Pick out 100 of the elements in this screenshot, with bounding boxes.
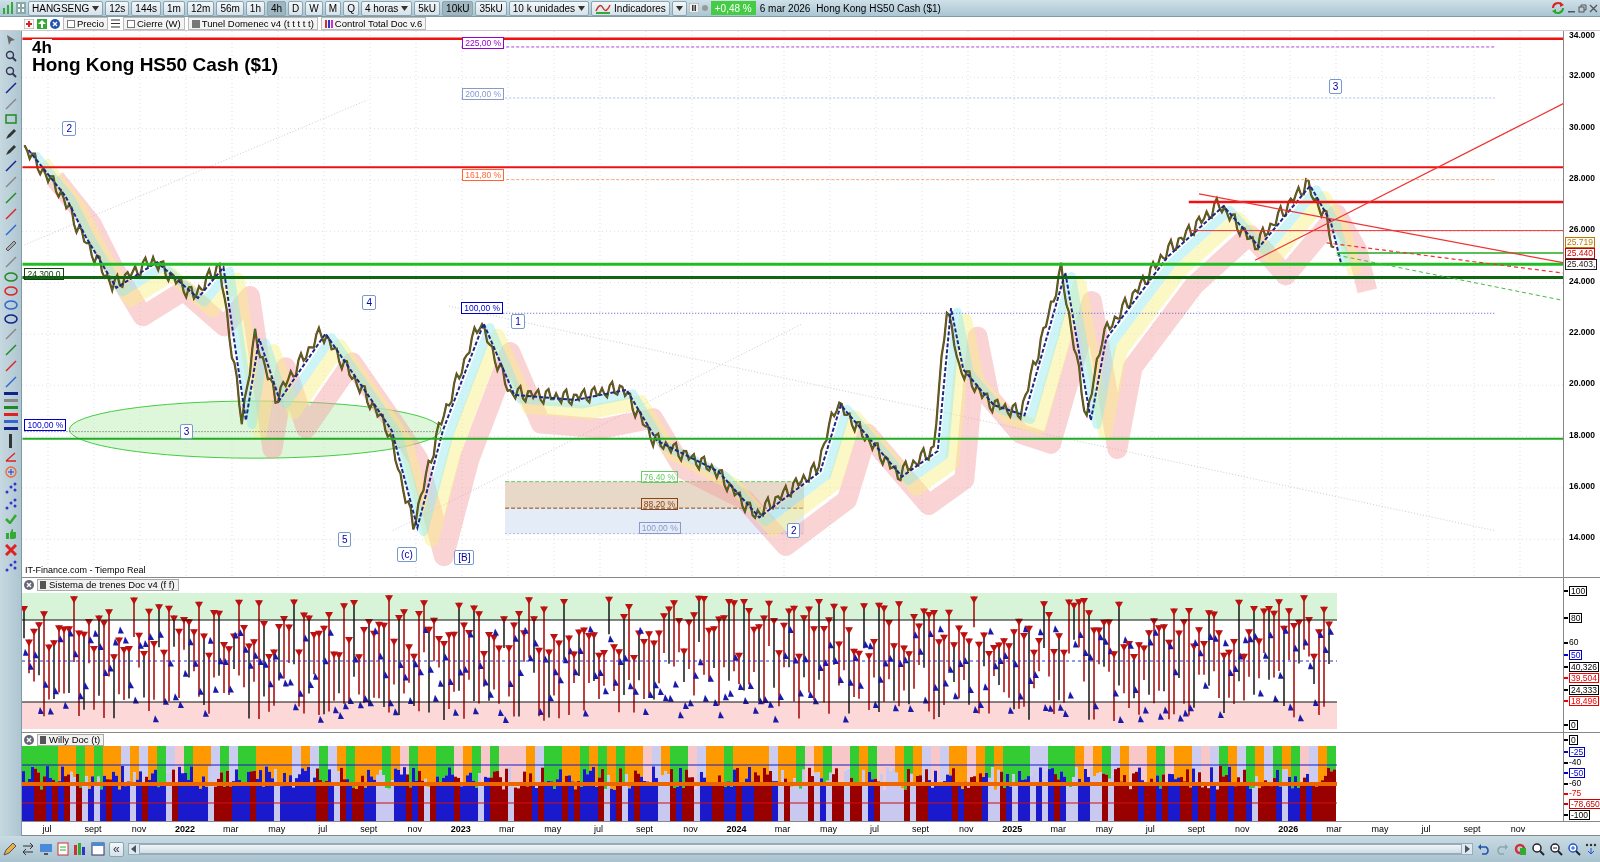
right-arrow-icon[interactable] [1464, 844, 1472, 854]
pencil-icon[interactable] [3, 842, 17, 856]
unit-button[interactable]: 35kU [475, 0, 507, 16]
date-axis-label: sept [635, 823, 655, 834]
pause-icon[interactable] [688, 3, 699, 13]
legend-item[interactable]: Tunel Domenec v4 (t t t t t) [187, 17, 318, 30]
date-axis-label: jul [868, 823, 880, 834]
check-icon[interactable] [4, 514, 17, 524]
price-axis-label: 26.000 [1569, 225, 1595, 234]
date-axis-label: mar [773, 823, 792, 834]
axis-label: 80 [1569, 613, 1583, 623]
target-icon[interactable] [4, 466, 17, 478]
more-icon[interactable] [1585, 842, 1597, 856]
unit-button[interactable]: 10kU [442, 0, 474, 16]
interval-button[interactable]: 1h [245, 0, 265, 16]
interval-button[interactable]: 144s [131, 0, 162, 16]
price-axis-label: 18.000 [1569, 430, 1595, 439]
list-icon[interactable] [110, 19, 120, 28]
price-axis-label: 28.000 [1569, 174, 1595, 182]
wave-label: [B] [454, 550, 475, 566]
up-arrow-icon[interactable] [37, 18, 47, 29]
legend-item[interactable]: Cierre (W) [122, 17, 185, 30]
pencil-icon[interactable] [4, 128, 17, 140]
percent-label: 225,00 % [462, 36, 505, 49]
interval-button[interactable]: D [288, 0, 304, 16]
symbol-dropdown[interactable]: HANGSENG [28, 0, 104, 16]
document-icon[interactable] [57, 842, 69, 856]
axis-label: 50 [1569, 650, 1583, 660]
magnifier-icon[interactable] [4, 50, 17, 62]
zoom-fit-icon[interactable] [1531, 842, 1545, 856]
date-label: 6 mar 2026 [758, 2, 812, 14]
date-axis-label: sept [83, 823, 103, 834]
date-axis-label: sept [1462, 823, 1482, 834]
undo-icon[interactable] [1477, 843, 1491, 855]
indicators-button[interactable]: Indicadores [591, 0, 670, 16]
line-icon[interactable] [4, 160, 17, 172]
legend-item[interactable]: Control Total Doc v.6 [320, 17, 427, 30]
percent-label: 76,40 % [640, 471, 678, 484]
bar-chart-icon[interactable] [2, 2, 14, 14]
scrollbar-thumb[interactable] [138, 844, 1462, 854]
axis-label: -60 [1569, 779, 1582, 787]
unit-button[interactable]: 5kU [414, 0, 441, 16]
date-axis-label: jul [1420, 823, 1432, 834]
interval-button[interactable]: 12m [186, 0, 215, 16]
date-axis-label: nov [406, 823, 423, 834]
date-axis-label: jul [317, 823, 329, 834]
legend-item[interactable]: Precio [63, 17, 108, 30]
source-label: IT-Finance.com - Tiempo Real [25, 565, 146, 575]
window-icon[interactable] [91, 842, 105, 856]
cursor-icon[interactable] [4, 34, 17, 46]
cross-icon[interactable] [4, 544, 17, 556]
close-icon[interactable] [24, 734, 34, 745]
interval-button[interactable]: 1m [163, 0, 185, 16]
interval-button[interactable]: W [305, 0, 323, 16]
axis-label: -75 [1569, 789, 1582, 797]
axis-label: 40,326 [1569, 662, 1599, 672]
date-axis-label: 2024 [725, 823, 748, 834]
monitor-icon[interactable] [39, 842, 53, 856]
interval-button[interactable]: 4h [267, 0, 287, 16]
axis-label: 24,333 [1569, 685, 1599, 695]
arrows-icon[interactable] [21, 842, 35, 856]
grid-icon[interactable] [16, 2, 26, 14]
angle-icon[interactable] [4, 452, 17, 462]
interval-button[interactable]: M [324, 0, 342, 16]
date-axis-label: nov [682, 823, 699, 834]
caret-icon [578, 5, 586, 11]
ruler-icon[interactable] [4, 240, 17, 252]
dots-icon[interactable] [4, 560, 17, 572]
interval-button[interactable]: Q [343, 0, 359, 16]
pencil-icon[interactable] [4, 144, 17, 156]
close-icon[interactable] [24, 579, 34, 590]
square-icon [40, 580, 46, 589]
close-icon[interactable] [50, 18, 60, 29]
dots-icon[interactable] [4, 498, 17, 510]
indicator-title: Sistema de trenes Doc v4 (f f) [37, 578, 179, 591]
interval-button[interactable]: 12s [105, 0, 130, 16]
scroll-start-button[interactable]: « [109, 841, 124, 857]
refresh-icon[interactable] [1551, 1, 1565, 15]
restore-icon[interactable] [1578, 3, 1587, 13]
period-dropdown[interactable]: 4 horas [360, 0, 413, 16]
dots-icon[interactable] [4, 482, 17, 494]
unit-dropdown[interactable]: 10 k unidades [508, 0, 590, 16]
wave-label: 2 [62, 120, 76, 136]
ellipse-icon[interactable] [3, 314, 18, 324]
timeframe-label: 4h [32, 39, 52, 56]
axis-label: 0 [1569, 720, 1578, 730]
dropdown-button[interactable] [671, 0, 687, 16]
percent-label: 161,80 % [462, 169, 505, 182]
zoom-in-icon[interactable] [1567, 842, 1581, 856]
line-icon[interactable] [4, 82, 17, 94]
bars-icon[interactable] [73, 842, 87, 856]
thumb-up-icon[interactable] [4, 528, 17, 540]
plus-icon[interactable] [24, 18, 34, 29]
close-icon[interactable] [1589, 3, 1598, 13]
axis-label: -25 [1569, 747, 1586, 757]
zoom-out-icon[interactable] [1549, 842, 1563, 856]
interval-button[interactable]: 56m [216, 0, 244, 16]
change-badge: +0,48 % [710, 1, 756, 15]
magnifier-icon[interactable] [4, 66, 17, 78]
line-chart-icon [595, 2, 612, 14]
